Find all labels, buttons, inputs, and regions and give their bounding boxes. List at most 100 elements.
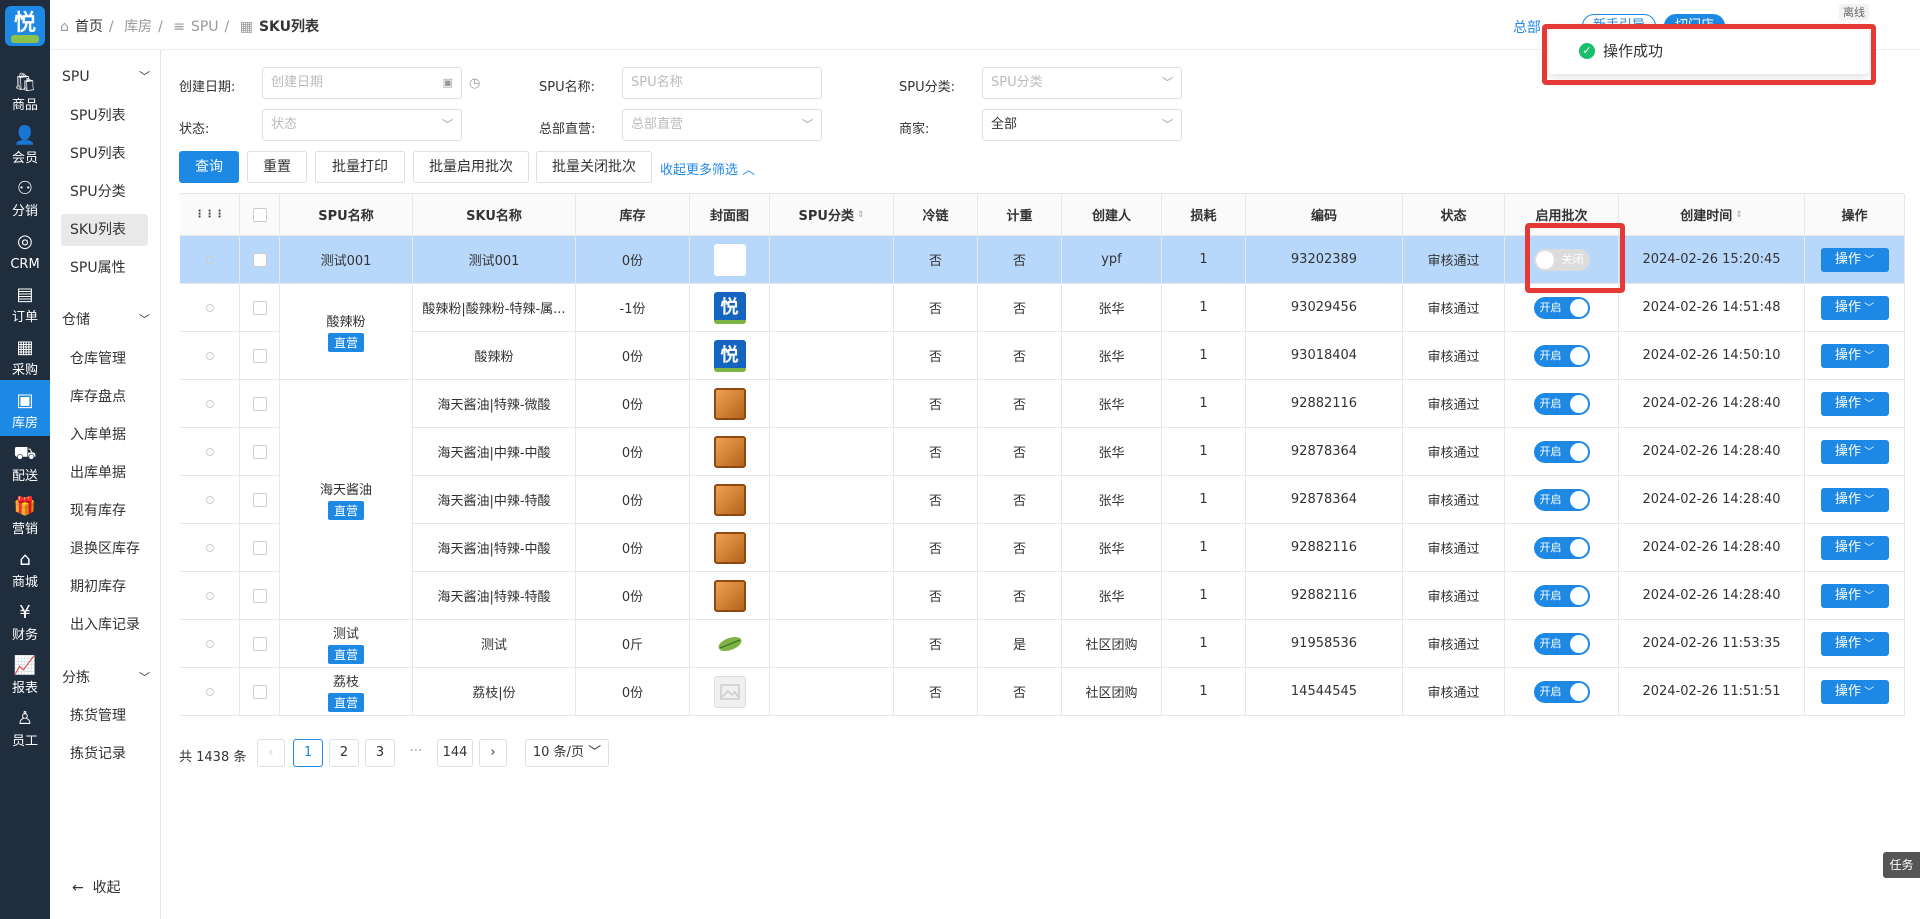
rail-item-order[interactable]: ▤ 订单 bbox=[0, 274, 50, 330]
table-row[interactable]: 海天酱油|中辣-中酸 0份否否张华 1 92878364 审核通过 开启 2024-02-2… bbox=[180, 428, 1905, 476]
row-radio[interactable] bbox=[180, 236, 240, 283]
table-row[interactable]: 海天酱油|特辣-微酸 0份否否张华 1 92882116 审核通过 开启 2024-02-2… bbox=[180, 380, 1905, 428]
rail-item-bag[interactable]: 🛍 商品 bbox=[0, 62, 50, 118]
cover-image[interactable] bbox=[713, 675, 746, 708]
cover-image[interactable] bbox=[713, 531, 746, 564]
column-settings-icon[interactable]: ⋮⋮⋮ bbox=[180, 194, 240, 235]
submenu-item[interactable]: 退换区库存 bbox=[61, 533, 148, 565]
row-radio[interactable] bbox=[180, 524, 240, 571]
next-page-button[interactable]: › bbox=[479, 739, 507, 767]
batch-close-button[interactable]: 批量关闭批次 bbox=[536, 151, 652, 183]
spu-name-input[interactable]: SPU名称 bbox=[622, 67, 822, 99]
batch-toggle[interactable]: 开启 bbox=[1533, 536, 1590, 559]
batch-print-button[interactable]: 批量打印 bbox=[315, 151, 405, 183]
operation-dropdown-button[interactable]: 操作 ﹀ bbox=[1820, 583, 1889, 608]
table-row[interactable]: 酸辣粉|酸辣粉-特辣-属... -1份悦否否张华 1 93029456 审核通过 开启 20… bbox=[180, 284, 1905, 332]
query-button[interactable]: 查询 bbox=[179, 151, 239, 183]
row-checkbox[interactable] bbox=[240, 236, 280, 283]
hq-direct-select[interactable]: 总部直营 ﹀ bbox=[622, 109, 822, 141]
table-row[interactable]: 海天酱油|特辣-特酸 0份否否张华 1 92882116 审核通过 开启 2024-02-2… bbox=[180, 572, 1905, 620]
batch-toggle[interactable]: 开启 bbox=[1533, 440, 1590, 463]
spu-category-select[interactable]: SPU分类 ﹀ bbox=[982, 67, 1182, 99]
rail-item-shop[interactable]: ⌂ 商城 bbox=[0, 539, 50, 595]
submenu-item[interactable]: 现有库存 bbox=[61, 495, 148, 527]
cover-image[interactable] bbox=[713, 243, 746, 276]
operation-dropdown-button[interactable]: 操作 ﹀ bbox=[1820, 439, 1889, 464]
row-radio[interactable] bbox=[180, 428, 240, 475]
rail-item-warehouse[interactable]: ▣ 库房 bbox=[0, 380, 50, 436]
batch-toggle[interactable]: 开启 bbox=[1533, 344, 1590, 367]
table-row[interactable]: 海天酱油|特辣-中酸 0份否否张华 1 92882116 审核通过 开启 2024-02-2… bbox=[180, 524, 1905, 572]
operation-dropdown-button[interactable]: 操作 ﹀ bbox=[1820, 247, 1889, 272]
table-row[interactable]: 荔枝|份 0份否否社区团购 1 14544545 审核通过 开启 2024-02-26 11… bbox=[180, 668, 1905, 716]
submenu-item[interactable]: 出入库记录 bbox=[61, 609, 148, 641]
batch-toggle[interactable]: 开启 bbox=[1533, 680, 1590, 703]
sort-icon[interactable]: ⇕ bbox=[857, 210, 865, 220]
submenu-group-spu[interactable]: SPU ﹀ bbox=[62, 61, 152, 93]
batch-toggle[interactable]: 开启 bbox=[1533, 488, 1590, 511]
submenu-item[interactable]: SKU列表 bbox=[61, 214, 148, 246]
row-checkbox[interactable] bbox=[240, 428, 280, 475]
batch-toggle[interactable]: 开启 bbox=[1533, 392, 1590, 415]
create-date-picker[interactable]: 创建日期 ▣ bbox=[262, 67, 462, 99]
cover-image[interactable] bbox=[714, 628, 746, 660]
submenu-item[interactable]: SPU列表 bbox=[61, 100, 148, 132]
row-checkbox[interactable] bbox=[240, 572, 280, 619]
breadcrumb-home[interactable]: 首页 bbox=[75, 19, 103, 35]
operation-dropdown-button[interactable]: 操作 ﹀ bbox=[1820, 295, 1889, 320]
cover-image[interactable]: 悦 bbox=[713, 339, 746, 372]
row-radio[interactable] bbox=[180, 620, 240, 667]
header-spu-category[interactable]: SPU分类 ⇕ bbox=[770, 194, 894, 235]
rail-item-purchase[interactable]: ▦ 采购 bbox=[0, 327, 50, 383]
submenu-item[interactable]: 出库单据 bbox=[61, 457, 148, 489]
row-checkbox[interactable] bbox=[240, 332, 280, 379]
submenu-item[interactable]: 拣货记录 bbox=[61, 738, 148, 770]
row-checkbox[interactable] bbox=[240, 380, 280, 427]
status-select[interactable]: 状态 ﹀ bbox=[262, 109, 462, 141]
row-radio[interactable] bbox=[180, 284, 240, 331]
table-row[interactable]: 酸辣粉 0份悦否否张华 1 93018404 审核通过 开启 2024-02-26 14:5… bbox=[180, 332, 1905, 380]
sort-icon[interactable]: ⇕ bbox=[1735, 210, 1743, 220]
rail-item-crm[interactable]: ◎ CRM bbox=[0, 221, 50, 277]
rail-item-gift[interactable]: 🎁 营销 bbox=[0, 486, 50, 542]
rail-item-share[interactable]: ⚇ 分销 bbox=[0, 168, 50, 224]
rail-item-chart[interactable]: 📈 报表 bbox=[0, 645, 50, 701]
submenu-group-storage[interactable]: 仓储 ﹀ bbox=[62, 304, 152, 336]
collapse-menu-button[interactable]: ← 收起 bbox=[72, 877, 121, 897]
page-2[interactable]: 2 bbox=[329, 739, 359, 767]
batch-enable-button[interactable]: 批量启用批次 bbox=[413, 151, 529, 183]
operation-dropdown-button[interactable]: 操作 ﹀ bbox=[1820, 391, 1889, 416]
row-checkbox[interactable] bbox=[240, 476, 280, 523]
prev-page-button[interactable]: ‹ bbox=[257, 739, 285, 767]
submenu-item[interactable]: 拣货管理 bbox=[61, 700, 148, 732]
batch-toggle[interactable]: 开启 bbox=[1533, 584, 1590, 607]
operation-dropdown-button[interactable]: 操作 ﹀ bbox=[1820, 535, 1889, 560]
submenu-group-picking[interactable]: 分拣 ﹀ bbox=[62, 662, 152, 694]
row-radio[interactable] bbox=[180, 380, 240, 427]
merchant-select[interactable]: 全部 ﹀ bbox=[982, 109, 1182, 141]
operation-dropdown-button[interactable]: 操作 ﹀ bbox=[1820, 343, 1889, 368]
rail-item-user[interactable]: 👤 会员 bbox=[0, 115, 50, 171]
row-radio[interactable] bbox=[180, 668, 240, 715]
rail-item-truck[interactable]: ⛟ 配送 bbox=[0, 433, 50, 489]
row-checkbox[interactable] bbox=[240, 668, 280, 715]
rail-item-staff[interactable]: ♙ 员工 bbox=[0, 698, 50, 754]
cover-image[interactable]: 悦 bbox=[713, 291, 746, 324]
pagination-ellipsis[interactable]: ··· bbox=[401, 739, 431, 767]
reset-button[interactable]: 重置 bbox=[247, 151, 307, 183]
submenu-item[interactable]: 期初库存 bbox=[61, 571, 148, 603]
batch-toggle[interactable]: 开启 bbox=[1533, 632, 1590, 655]
row-radio[interactable] bbox=[180, 476, 240, 523]
hq-link[interactable]: 总部 bbox=[1513, 17, 1541, 37]
page-3[interactable]: 3 bbox=[365, 739, 395, 767]
breadcrumb-warehouse[interactable]: 库房 bbox=[124, 19, 152, 35]
batch-toggle[interactable]: 开启 bbox=[1533, 296, 1590, 319]
row-checkbox[interactable] bbox=[240, 524, 280, 571]
collapse-filters-link[interactable]: 收起更多筛选 ︿ bbox=[660, 159, 755, 178]
operation-dropdown-button[interactable]: 操作 ﹀ bbox=[1820, 487, 1889, 512]
select-all-checkbox[interactable] bbox=[240, 194, 280, 235]
row-radio[interactable] bbox=[180, 572, 240, 619]
header-create-time[interactable]: 创建时间 ⇕ bbox=[1619, 194, 1805, 235]
submenu-item[interactable]: SPU分类 bbox=[61, 176, 148, 208]
submenu-item[interactable]: SPU列表 bbox=[61, 138, 148, 170]
